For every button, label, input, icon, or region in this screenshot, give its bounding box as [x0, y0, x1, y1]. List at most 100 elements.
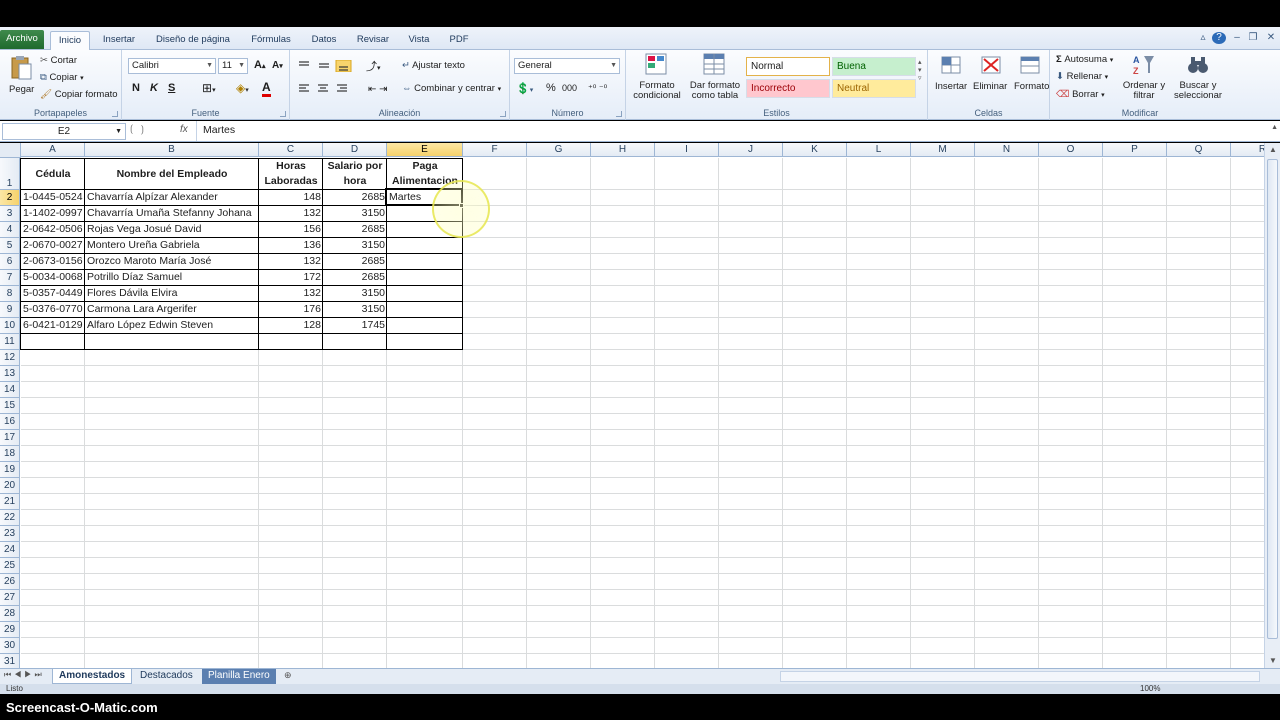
column-header[interactable]: I	[655, 143, 719, 157]
scroll-up-icon[interactable]: ▲	[1266, 143, 1280, 157]
column-header[interactable]: J	[719, 143, 783, 157]
table-cell[interactable]: 128	[259, 318, 323, 334]
decimal-icons[interactable]: ⁺⁰ ⁻⁰	[588, 83, 607, 94]
table-cell[interactable]: 156	[259, 222, 323, 238]
row-header[interactable]: 14	[0, 382, 20, 398]
column-header[interactable]: A	[21, 143, 85, 157]
tab-formulas[interactable]: Fórmulas	[244, 31, 298, 50]
fill-color-icon[interactable]: ◈▾	[236, 81, 249, 95]
style-neutral[interactable]: Neutral	[832, 79, 916, 98]
help-icon[interactable]: ?	[1212, 32, 1226, 44]
table-cell[interactable]: 172	[259, 270, 323, 286]
table-cell[interactable]: 2685	[323, 254, 387, 270]
table-cell[interactable]: 3150	[323, 286, 387, 302]
select-all-corner[interactable]	[0, 143, 21, 158]
fx-icon[interactable]: fx	[180, 124, 188, 135]
row-header[interactable]: 28	[0, 606, 20, 622]
column-header[interactable]: N	[975, 143, 1039, 157]
table-header-cell[interactable]: Salario por hora	[323, 158, 387, 190]
column-header[interactable]: L	[847, 143, 911, 157]
row-header[interactable]: 11	[0, 334, 20, 350]
row-header[interactable]: 25	[0, 558, 20, 574]
orientation-icon[interactable]: ⤴▾	[366, 58, 381, 74]
scroll-down-icon[interactable]: ▼	[1266, 654, 1280, 668]
column-header[interactable]: E	[387, 143, 463, 157]
row-header[interactable]: 26	[0, 574, 20, 590]
row-header[interactable]: 15	[0, 398, 20, 414]
number-format-combo[interactable]: General ▼	[514, 58, 620, 74]
sheet-tab-amonestados[interactable]: Amonestados	[52, 669, 133, 684]
column-header[interactable]: K	[783, 143, 847, 157]
table-cell[interactable]: Alfaro López Edwin Steven	[85, 318, 259, 334]
column-header[interactable]: B	[85, 143, 259, 157]
font-expand-icon[interactable]	[280, 111, 286, 117]
tab-revisar[interactable]: Revisar	[352, 31, 394, 50]
table-cell[interactable]: 5-0376-0770	[21, 302, 85, 318]
sort-filter-button[interactable]: AZ Ordenar y filtrar	[1120, 52, 1166, 104]
wrap-text-button[interactable]: ↵ Ajustar texto	[402, 60, 465, 71]
tab-vista[interactable]: Vista	[402, 31, 436, 50]
font-name-combo[interactable]: Calibri ▼	[128, 58, 216, 74]
tab-diseno-pagina[interactable]: Diseño de página	[150, 31, 236, 50]
cut-button[interactable]: ✂ Cortar	[40, 55, 77, 66]
tab-inicio[interactable]: Inicio	[50, 31, 90, 51]
table-cell[interactable]: 6-0421-0129	[21, 318, 85, 334]
number-expand-icon[interactable]	[616, 111, 622, 117]
row-header[interactable]: 20	[0, 478, 20, 494]
close-icon[interactable]: ✕	[1264, 32, 1278, 44]
sheet-tab-planilla-enero[interactable]: Planilla Enero	[202, 669, 276, 684]
tab-archivo[interactable]: Archivo	[0, 30, 44, 49]
table-cell[interactable]: 148	[259, 190, 323, 206]
row-header[interactable]: 10	[0, 318, 20, 334]
style-bad[interactable]: Incorrecto	[746, 79, 830, 98]
table-cell[interactable]: 176	[259, 302, 323, 318]
alignment-expand-icon[interactable]	[500, 111, 506, 117]
shrink-font-icon[interactable]: A▾	[272, 60, 283, 71]
tab-datos[interactable]: Datos	[304, 31, 344, 50]
table-cell[interactable]	[387, 238, 463, 254]
expand-formula-icon[interactable]: ▲	[1271, 124, 1278, 131]
spreadsheet-grid[interactable]: A B C D E F G H I J K L M N O P Q R 1 2 3 4 5 6 7 8 9 10 11 12 13 14 15 1…	[0, 143, 1264, 668]
row-header[interactable]: 1	[0, 158, 20, 190]
style-good[interactable]: Buena	[832, 57, 916, 76]
italic-button[interactable]: K	[150, 82, 158, 94]
table-cell[interactable]: 5-0357-0449	[21, 286, 85, 302]
table-cell[interactable]: Flores Dávila Elvira	[85, 286, 259, 302]
row-header[interactable]: 6	[0, 254, 20, 270]
table-cell[interactable]: 2685	[323, 222, 387, 238]
format-cells-button[interactable]: Formato	[1012, 52, 1049, 104]
table-cell[interactable]	[387, 286, 463, 302]
scroll-thumb[interactable]	[1267, 159, 1278, 639]
row-header[interactable]: 16	[0, 414, 20, 430]
merge-center-button[interactable]: ⇔ Combinar y centrar ▾	[402, 83, 501, 94]
restore-icon[interactable]: ❐	[1246, 32, 1260, 44]
delete-cells-button[interactable]: Eliminar	[972, 52, 1010, 104]
table-cell[interactable]: 2-0642-0506	[21, 222, 85, 238]
format-as-table-button[interactable]: Dar formato como tabla	[686, 52, 742, 104]
table-cell[interactable]: 1-1402-0997	[21, 206, 85, 222]
table-cell[interactable]: 5-0034-0068	[21, 270, 85, 286]
autosum-button[interactable]: Σ Autosuma ▾	[1056, 54, 1113, 65]
table-cell[interactable]: 132	[259, 206, 323, 222]
row-header[interactable]: 31	[0, 654, 20, 668]
fill-button[interactable]: ⬇ Rellenar ▾	[1056, 71, 1108, 82]
column-header[interactable]: G	[527, 143, 591, 157]
styles-scroll-icon[interactable]: ▴ ▾ ▿	[918, 58, 922, 82]
indent-icons[interactable]: ⇤ ⇥	[368, 84, 388, 95]
currency-icon[interactable]: 💲▾	[516, 82, 533, 95]
table-cell[interactable]: 132	[259, 254, 323, 270]
find-select-button[interactable]: Buscar y seleccionar	[1168, 52, 1226, 104]
borders-icon[interactable]: ⊞▾	[202, 81, 216, 95]
table-header-cell[interactable]: Cédula	[21, 158, 85, 190]
row-header[interactable]: 5	[0, 238, 20, 254]
table-cell[interactable]: Carmona Lara Argerifer	[85, 302, 259, 318]
row-header[interactable]: 23	[0, 526, 20, 542]
row-header[interactable]: 29	[0, 622, 20, 638]
table-cell[interactable]: 132	[259, 286, 323, 302]
row-header[interactable]: 17	[0, 430, 20, 446]
tab-insertar[interactable]: Insertar	[96, 31, 142, 50]
clipboard-expand-icon[interactable]	[112, 111, 118, 117]
sheet-tab-destacados[interactable]: Destacados	[134, 669, 199, 684]
column-header[interactable]: M	[911, 143, 975, 157]
table-cell[interactable]: Orozco Maroto María José	[85, 254, 259, 270]
